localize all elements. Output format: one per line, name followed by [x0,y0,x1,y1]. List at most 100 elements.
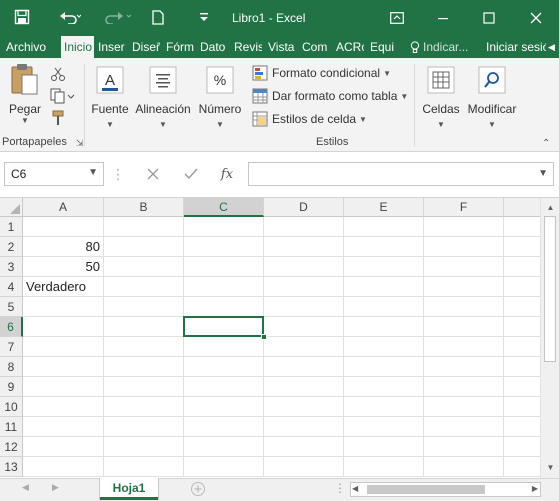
collapse-ribbon-icon[interactable]: ⌃ [542,138,550,149]
cell-b4[interactable] [104,277,184,297]
cell-d2[interactable] [264,237,344,257]
cell-e8[interactable] [344,357,424,377]
tab-insertar[interactable]: Inser [98,36,126,58]
cell-e9[interactable] [344,377,424,397]
cell-f10[interactable] [424,397,504,417]
cell-c3[interactable] [184,257,264,277]
row-header-3[interactable]: 3 [0,257,23,277]
chevron-down-icon[interactable]: ▼ [538,168,548,179]
cell-g4[interactable] [504,277,540,297]
cell-e7[interactable] [344,337,424,357]
cell-c12[interactable] [184,437,264,457]
cell-d8[interactable] [264,357,344,377]
tab-acrobat[interactable]: ACRó [336,36,364,58]
cell-a10[interactable] [23,397,104,417]
cell-f2[interactable] [424,237,504,257]
cell-b11[interactable] [104,417,184,437]
save-icon[interactable] [10,6,34,28]
cell-g12[interactable] [504,437,540,457]
cell-b3[interactable] [104,257,184,277]
cell-g6[interactable] [504,317,540,337]
ribbon-display-icon[interactable] [374,0,420,36]
cell-a11[interactable] [23,417,104,437]
row-header-2[interactable]: 2 [0,237,23,257]
editing-button[interactable]: Modificar ▼ [464,64,520,129]
cell-b2[interactable] [104,237,184,257]
number-button[interactable]: % Número ▼ [196,64,244,129]
cell-g13[interactable] [504,457,540,477]
row-header-6[interactable]: 6 [0,317,23,337]
cell-c2[interactable] [184,237,264,257]
cell-e10[interactable] [344,397,424,417]
scroll-down-icon[interactable]: ▼ [542,459,559,476]
add-sheet-icon[interactable] [190,481,206,497]
alignment-button[interactable]: Alineación ▼ [134,64,192,129]
cell-e6[interactable] [344,317,424,337]
cell-f12[interactable] [424,437,504,457]
cell-g11[interactable] [504,417,540,437]
cell-e12[interactable] [344,437,424,457]
column-header-a[interactable]: A [23,198,104,217]
column-header-b[interactable]: B [104,198,184,217]
formula-input[interactable]: ▼ [248,162,554,186]
row-header-10[interactable]: 10 [0,397,23,417]
fill-handle[interactable] [261,334,267,340]
row-header-7[interactable]: 7 [0,337,23,357]
font-button[interactable]: A Fuente ▼ [88,64,132,129]
cell-b6[interactable] [104,317,184,337]
vertical-scroll-thumb[interactable] [544,216,556,362]
format-painter-icon[interactable] [50,110,66,126]
cell-c9[interactable] [184,377,264,397]
chevron-down-icon[interactable]: ▼ [88,167,98,178]
cell-g1[interactable] [504,217,540,237]
cell-e13[interactable] [344,457,424,477]
cell-d7[interactable] [264,337,344,357]
cell-c10[interactable] [184,397,264,417]
cell-d5[interactable] [264,297,344,317]
name-box[interactable]: C6 ▼ [4,162,104,186]
cell-d4[interactable] [264,277,344,297]
cell-c5[interactable] [184,297,264,317]
cell-f13[interactable] [424,457,504,477]
tab-archivo[interactable]: Archivo [6,36,46,58]
horizontal-scroll-thumb[interactable] [367,485,485,494]
table-format-button[interactable]: Dar formato como tabla ▼ [252,86,408,106]
cell-b10[interactable] [104,397,184,417]
cell-c11[interactable] [184,417,264,437]
cell-f9[interactable] [424,377,504,397]
conditional-format-button[interactable]: Formato condicional ▼ [252,63,391,83]
undo-icon[interactable] [56,6,84,28]
cell-c4[interactable] [184,277,264,297]
cell-d11[interactable] [264,417,344,437]
paste-button[interactable]: Pegar ▼ [4,64,46,125]
minimize-icon[interactable] [420,0,466,36]
row-header-1[interactable]: 1 [0,217,23,237]
tab-split-handle[interactable]: ⋮ [334,481,346,495]
close-icon[interactable] [513,0,559,36]
cell-a8[interactable] [23,357,104,377]
cell-e5[interactable] [344,297,424,317]
cell-a9[interactable] [23,377,104,397]
cells-button[interactable]: Celdas ▼ [420,64,462,129]
select-all-corner[interactable] [0,198,23,217]
insert-function-icon[interactable]: fx [212,162,242,186]
scroll-left-icon[interactable]: ◀ [352,484,358,493]
cell-f3[interactable] [424,257,504,277]
cell-d13[interactable] [264,457,344,477]
cell-a3[interactable]: 50 [23,257,104,277]
next-sheet-icon[interactable]: ▶ [52,482,59,493]
cell-a1[interactable] [23,217,104,237]
cell-f6[interactable] [424,317,504,337]
tab-complementos[interactable]: Com [302,36,330,58]
signin-link[interactable]: Iniciar sesió [486,36,546,58]
cell-g9[interactable] [504,377,540,397]
cell-d6[interactable] [264,317,344,337]
column-header-d[interactable]: D [264,198,344,217]
ribbon-scroll-icon[interactable]: ◀ [548,36,559,58]
customize-icon[interactable] [196,6,212,28]
cell-a7[interactable] [23,337,104,357]
cell-g5[interactable] [504,297,540,317]
cell-f5[interactable] [424,297,504,317]
tab-inicio[interactable]: Inicio [61,36,94,58]
worksheet-grid[interactable]: ABCDEF 1 2 3 4 5 6 7 8 9 10 11 12 13 80 50 Verdadero [0,198,540,478]
